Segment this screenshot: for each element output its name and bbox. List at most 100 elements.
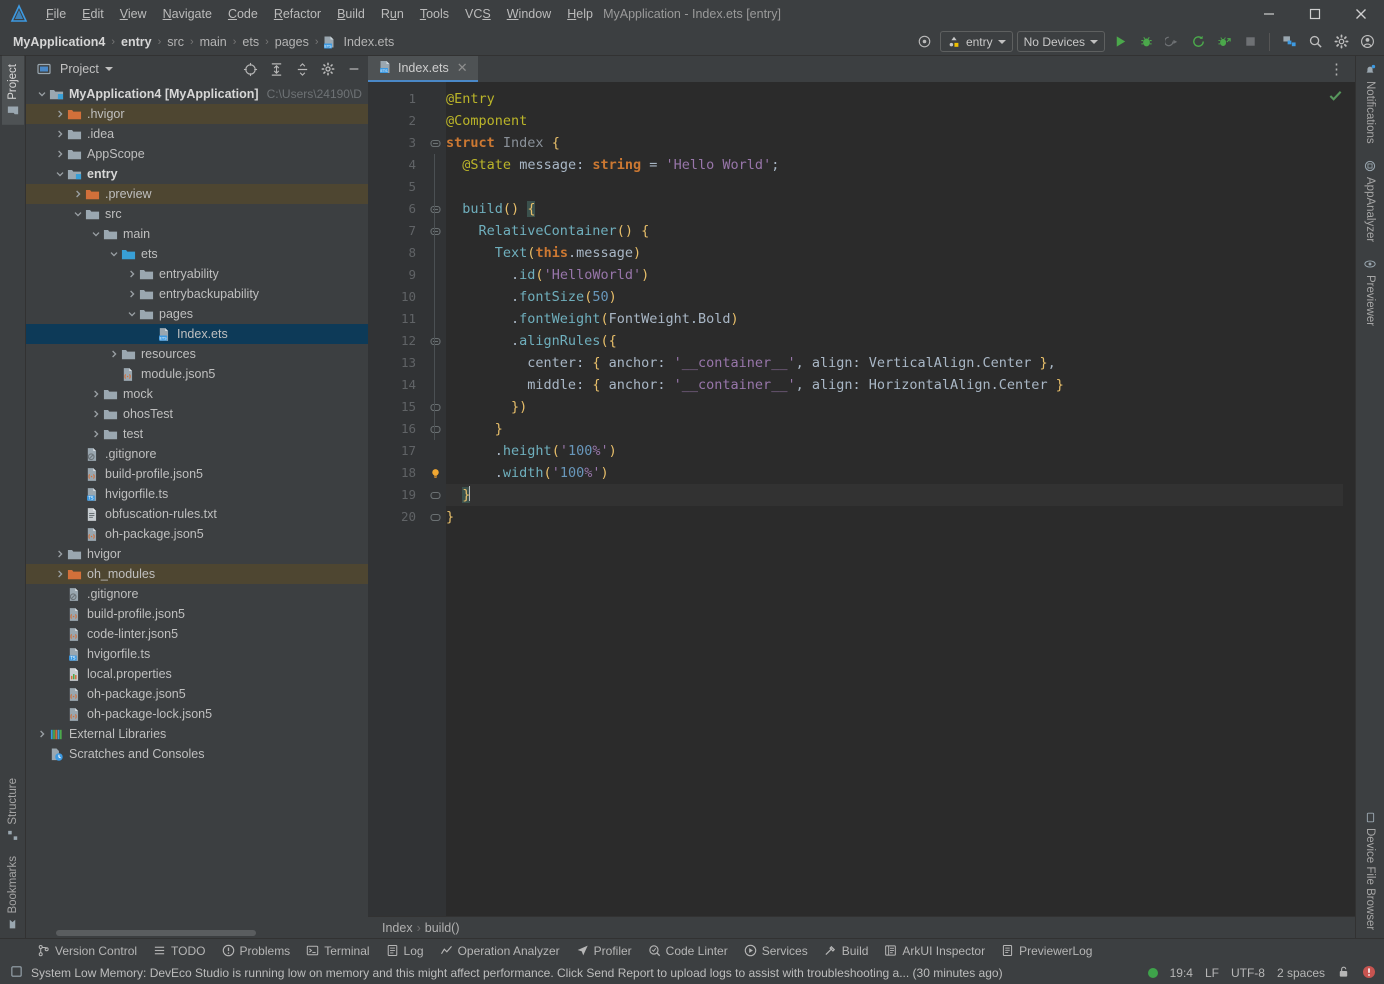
rerun-icon[interactable] <box>1187 31 1209 53</box>
target-icon[interactable] <box>914 31 936 53</box>
code-line[interactable]: .fontWeight(FontWeight.Bold) <box>446 308 1355 330</box>
indent-setting[interactable]: 2 spaces <box>1277 966 1325 980</box>
status-message[interactable]: System Low Memory: DevEco Studio is runn… <box>31 966 1003 980</box>
tree-node-gitignore[interactable]: .gitignore <box>26 444 368 464</box>
fold-end-icon[interactable] <box>424 484 446 506</box>
tree-node-oh-package-json5[interactable]: oh-package.json5 <box>26 524 368 544</box>
editor-tab-index-ets[interactable]: ETS Index.ets ✕ <box>368 56 478 82</box>
device-selector[interactable]: No Devices <box>1017 31 1105 52</box>
tree-node-hvigorfile-ts[interactable]: TShvigorfile.ts <box>26 484 368 504</box>
hide-icon[interactable] <box>344 59 364 79</box>
code-folding-gutter[interactable] <box>424 82 446 916</box>
chevron-right-icon[interactable] <box>54 148 66 160</box>
code-viewport[interactable]: 1234567891011121314151617181920 @Entry@C… <box>368 82 1355 916</box>
fold-end-icon[interactable] <box>424 418 446 440</box>
sidebar-item-appanalyzer[interactable]: AppAnalyzer <box>1359 152 1381 250</box>
sidebar-item-device-file-browser[interactable]: Device File Browser <box>1359 804 1381 938</box>
tree-node-appscope[interactable]: AppScope <box>26 144 368 164</box>
tool-window-services[interactable]: Services <box>737 942 815 960</box>
code-line[interactable]: middle: { anchor: '__container__', align… <box>446 374 1355 396</box>
caret-position[interactable]: 19:4 <box>1170 966 1193 980</box>
file-encoding[interactable]: UTF-8 <box>1231 966 1265 980</box>
tool-window-previewerlog[interactable]: PreviewerLog <box>994 942 1099 960</box>
tree-node-entryability[interactable]: entryability <box>26 264 368 284</box>
run-icon[interactable] <box>1109 31 1131 53</box>
sidebar-item-project[interactable]: Project <box>2 56 24 125</box>
chevron-down-icon[interactable] <box>36 88 48 100</box>
chevron-right-icon[interactable] <box>90 428 102 440</box>
maximize-button[interactable] <box>1292 0 1338 28</box>
stop-icon[interactable] <box>1239 31 1261 53</box>
code-line[interactable]: Text(this.message) <box>446 242 1355 264</box>
tree-node-main[interactable]: main <box>26 224 368 244</box>
menu-refactor[interactable]: Refactor <box>266 3 329 25</box>
chevron-right-icon[interactable] <box>108 348 120 360</box>
code-line[interactable]: @State message: string = 'Hello World'; <box>446 154 1355 176</box>
minimize-button[interactable] <box>1246 0 1292 28</box>
chevron-right-icon[interactable] <box>54 128 66 140</box>
menu-help[interactable]: Help <box>559 3 601 25</box>
tree-node-resources[interactable]: resources <box>26 344 368 364</box>
fold-end-icon[interactable] <box>424 396 446 418</box>
tree-node-hvigor[interactable]: hvigor <box>26 544 368 564</box>
breadcrumb-item-file[interactable]: Index.ets <box>341 34 398 50</box>
settings-icon[interactable] <box>1330 31 1352 53</box>
code-line[interactable]: RelativeContainer() { <box>446 220 1355 242</box>
tree-node-myapplication4-myapplication[interactable]: MyApplication4 [MyApplication]C:\Users\2… <box>26 84 368 104</box>
source-code[interactable]: @Entry@Componentstruct Index { @State me… <box>446 82 1355 916</box>
tree-node-oh-package-json5[interactable]: oh-package.json5 <box>26 684 368 704</box>
tree-node-code-linter-json5[interactable]: code-linter.json5 <box>26 624 368 644</box>
tree-node-build-profile-json5[interactable]: build-profile.json5 <box>26 604 368 624</box>
code-line[interactable]: .id('HelloWorld') <box>446 264 1355 286</box>
collapse-all-icon[interactable] <box>292 59 312 79</box>
tree-node-entrybackupability[interactable]: entrybackupability <box>26 284 368 304</box>
sidebar-item-notifications[interactable]: Notifications <box>1359 56 1381 152</box>
tree-node-hvigorfile-ts[interactable]: TShvigorfile.ts <box>26 644 368 664</box>
chevron-down-icon[interactable] <box>90 228 102 240</box>
tree-node-scratches-and-consoles[interactable]: Scratches and Consoles <box>26 744 368 764</box>
code-line[interactable]: .alignRules({ <box>446 330 1355 352</box>
sidebar-item-structure[interactable]: Structure <box>2 770 24 849</box>
chevron-right-icon[interactable] <box>36 728 48 740</box>
menu-build[interactable]: Build <box>329 3 373 25</box>
tree-node-idea[interactable]: .idea <box>26 124 368 144</box>
tree-node-build-profile-json5[interactable]: build-profile.json5 <box>26 464 368 484</box>
code-line[interactable]: @Component <box>446 110 1355 132</box>
tree-node-obfuscation-rules-txt[interactable]: obfuscation-rules.txt <box>26 504 368 524</box>
fold-collapse-icon[interactable] <box>424 220 446 242</box>
chevron-right-icon[interactable] <box>126 268 138 280</box>
run-configuration-selector[interactable]: entry <box>940 31 1013 52</box>
tree-node-gitignore[interactable]: .gitignore <box>26 584 368 604</box>
close-icon[interactable]: ✕ <box>455 60 470 76</box>
tool-window-log[interactable]: Log <box>379 942 431 960</box>
breadcrumb-item-module[interactable]: entry <box>118 34 155 50</box>
tree-node-ohostest[interactable]: ohosTest <box>26 404 368 424</box>
read-write-icon[interactable] <box>1337 965 1350 981</box>
more-options-icon[interactable]: ⋮ <box>1325 60 1349 78</box>
chevron-down-icon[interactable] <box>105 67 113 71</box>
expand-all-icon[interactable] <box>266 59 286 79</box>
gear-icon[interactable] <box>318 59 338 79</box>
chevron-right-icon[interactable] <box>90 388 102 400</box>
chevron-down-icon[interactable] <box>126 308 138 320</box>
debug-icon[interactable] <box>1135 31 1157 53</box>
search-everywhere-icon[interactable] <box>1304 31 1326 53</box>
line-separator[interactable]: LF <box>1205 966 1219 980</box>
code-line[interactable]: center: { anchor: '__container__', align… <box>446 352 1355 374</box>
chevron-down-icon[interactable] <box>72 208 84 220</box>
tree-node-src[interactable]: src <box>26 204 368 224</box>
code-line[interactable]: }) <box>446 396 1355 418</box>
device-manager-icon[interactable] <box>1278 31 1300 53</box>
code-line[interactable]: @Entry <box>446 88 1355 110</box>
close-button[interactable] <box>1338 0 1384 28</box>
code-line[interactable] <box>446 176 1355 198</box>
chevron-down-icon[interactable] <box>108 248 120 260</box>
chevron-right-icon[interactable] <box>54 108 66 120</box>
code-line[interactable]: .width('100%') <box>446 462 1355 484</box>
code-line[interactable]: struct Index { <box>446 132 1355 154</box>
tool-window-todo[interactable]: TODO <box>146 942 212 960</box>
chevron-right-icon[interactable] <box>72 188 84 200</box>
editor-breadcrumb-item-method[interactable]: build() <box>425 921 460 935</box>
tool-window-arkui-inspector[interactable]: ArkUI Inspector <box>877 942 992 960</box>
tree-node-ets[interactable]: ets <box>26 244 368 264</box>
